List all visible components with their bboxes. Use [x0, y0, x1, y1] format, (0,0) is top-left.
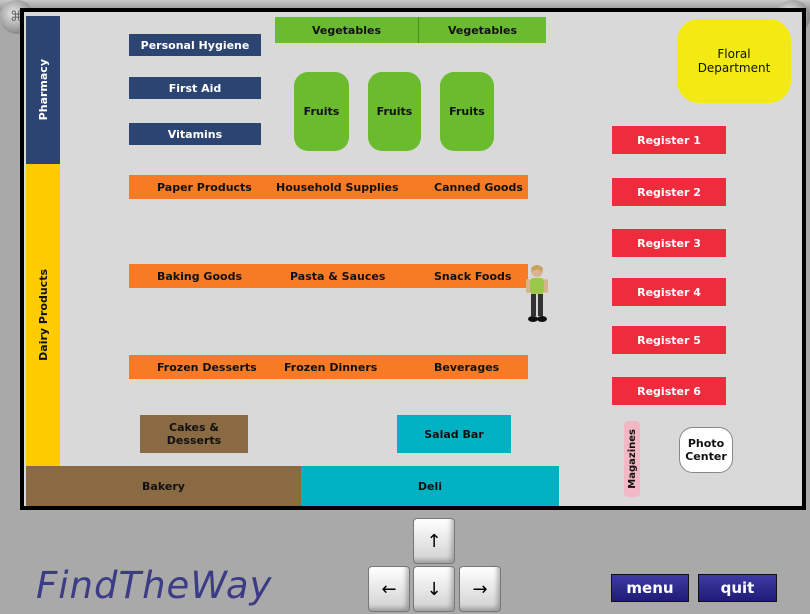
aisle-2: Baking Goods Pasta & Sauces Snack Foods — [129, 264, 528, 288]
magazines-rack: Magazines — [624, 421, 640, 497]
photo-center: Photo Center — [679, 427, 733, 473]
vegetables-section: Vegetables — [419, 17, 546, 43]
fruits-stand: Fruits — [368, 72, 421, 151]
shopper-leg — [531, 294, 536, 316]
fruits-label: Fruits — [303, 105, 340, 118]
baking-goods-label: Baking Goods — [157, 269, 242, 283]
salad-bar-section: Salad Bar — [397, 415, 511, 453]
pasta-sauces-label: Pasta & Sauces — [290, 269, 386, 283]
register-5: Register 5 — [612, 326, 726, 354]
up-arrow-icon: ↑ — [426, 530, 442, 552]
dairy-label: Dairy Products — [36, 269, 50, 361]
menu-button[interactable]: menu — [611, 574, 689, 602]
shopper-avatar — [526, 265, 548, 322]
cakes-desserts-section: Cakes & Desserts — [140, 415, 248, 453]
register-6: Register 6 — [612, 377, 726, 405]
shopper-shirt — [530, 278, 544, 294]
fruits-label: Fruits — [449, 105, 485, 118]
right-arrow-icon: → — [472, 578, 488, 600]
beverages-label: Beverages — [434, 360, 500, 374]
personal-hygiene-shelf: Personal Hygiene — [129, 34, 261, 56]
paper-products-label: Paper Products — [157, 180, 252, 194]
shopper-arm — [544, 279, 548, 293]
deli-section: Deli — [301, 466, 559, 506]
vegetables-label: Vegetables — [447, 23, 518, 37]
bakery-section: Bakery — [26, 466, 301, 506]
fruits-stand: Fruits — [440, 72, 494, 151]
floral-department: Floral Department — [677, 19, 791, 103]
vegetables-label: Vegetables — [311, 23, 382, 37]
snack-foods-label: Snack Foods — [434, 269, 512, 283]
first-aid-shelf: First Aid — [129, 77, 261, 99]
household-supplies-label: Household Supplies — [276, 180, 399, 194]
first-aid-label: First Aid — [168, 81, 222, 95]
register-label: Register 5 — [637, 333, 701, 347]
register-3: Register 3 — [612, 229, 726, 257]
shopper-shoe — [528, 316, 538, 322]
pharmacy-label: Pharmacy — [36, 59, 50, 121]
left-arrow-button[interactable]: ← — [368, 566, 410, 612]
canned-goods-label: Canned Goods — [434, 180, 523, 194]
right-arrow-button[interactable]: → — [459, 566, 501, 612]
left-arrow-icon: ← — [381, 578, 397, 600]
pharmacy-section: Pharmacy — [26, 16, 60, 164]
register-2: Register 2 — [612, 178, 726, 206]
bakery-label: Bakery — [142, 479, 185, 493]
dairy-section: Dairy Products — [26, 164, 60, 466]
register-label: Register 4 — [637, 285, 701, 299]
menu-button-label: menu — [626, 579, 674, 597]
shopper-arm — [526, 279, 530, 293]
register-4: Register 4 — [612, 278, 726, 306]
aisle-3: Frozen Desserts Frozen Dinners Beverages — [129, 355, 528, 379]
magazines-label: Magazines — [626, 429, 638, 489]
frozen-dinners-label: Frozen Dinners — [284, 360, 378, 374]
quit-button-label: quit — [720, 579, 755, 597]
floral-label: Floral Department — [697, 47, 771, 75]
fruits-stand: Fruits — [294, 72, 349, 151]
down-arrow-button[interactable]: ↓ — [413, 566, 455, 612]
shopper-leg — [538, 294, 543, 316]
up-arrow-button[interactable]: ↑ — [413, 518, 455, 564]
down-arrow-icon: ↓ — [426, 578, 442, 600]
photo-center-label: Photo Center — [685, 437, 727, 463]
aisle-1: Paper Products Household Supplies Canned… — [129, 175, 528, 199]
fruits-label: Fruits — [376, 105, 413, 118]
register-label: Register 6 — [637, 384, 701, 398]
deli-label: Deli — [417, 479, 443, 493]
register-label: Register 2 — [637, 185, 701, 199]
register-label: Register 1 — [637, 133, 701, 147]
vegetables-section: Vegetables — [275, 17, 419, 43]
vitamins-shelf: Vitamins — [129, 123, 261, 145]
cakes-desserts-label: Cakes & Desserts — [166, 421, 222, 447]
personal-hygiene-label: Personal Hygiene — [140, 38, 250, 52]
findtheway-logo: FindTheWay — [36, 564, 273, 607]
frozen-desserts-label: Frozen Desserts — [157, 360, 257, 374]
shopper-shoe — [537, 316, 547, 322]
quit-button[interactable]: quit — [698, 574, 777, 602]
register-label: Register 3 — [637, 236, 701, 250]
register-1: Register 1 — [612, 126, 726, 154]
salad-bar-label: Salad Bar — [424, 427, 484, 441]
vitamins-label: Vitamins — [167, 127, 223, 141]
